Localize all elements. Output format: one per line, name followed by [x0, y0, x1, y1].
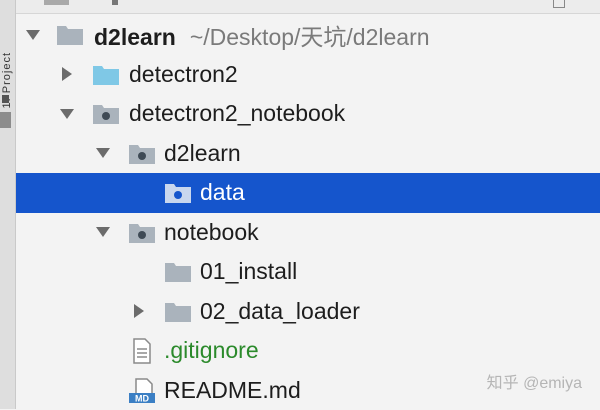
item-label: data: [200, 179, 245, 206]
folder-icon: [164, 260, 192, 284]
markdown-file-icon: MD: [128, 378, 160, 402]
item-label: 01_install: [200, 258, 297, 285]
text-file-icon: [130, 338, 158, 362]
package-folder-icon: [128, 221, 156, 245]
folder-icon: [56, 23, 84, 47]
root-label: d2learn ~/Desktop/天坑/d2learn: [94, 18, 430, 52]
item-label: .gitignore: [164, 337, 259, 364]
tree-row-root[interactable]: d2learn ~/Desktop/天坑/d2learn: [16, 15, 600, 55]
toolbar-icon-fragment: [112, 0, 118, 5]
tree-row-01-install[interactable]: 01_install: [16, 252, 600, 292]
root-path: ~/Desktop/天坑/d2learn: [190, 24, 430, 50]
item-label: 02_data_loader: [200, 298, 360, 325]
project-toolbar: [16, 0, 600, 14]
chevron-down-icon[interactable]: [92, 221, 114, 243]
package-folder-icon: [164, 181, 192, 205]
package-folder-icon: [92, 102, 120, 126]
chevron-right-icon[interactable]: [128, 300, 150, 322]
tree-row-d2learn-package[interactable]: d2learn: [16, 134, 600, 174]
item-label: detectron2_notebook: [129, 100, 345, 127]
strip-marker: [2, 95, 9, 103]
tree-row-detectron2[interactable]: detectron2: [16, 55, 600, 95]
tree-row-data[interactable]: data: [16, 173, 600, 213]
tree-row-gitignore[interactable]: .gitignore: [16, 331, 600, 371]
toolbar-icon-fragment: [553, 0, 565, 8]
package-folder-icon: [128, 142, 156, 166]
project-tool-strip[interactable]: 1: Project: [0, 0, 16, 409]
tree-row-notebook[interactable]: notebook: [16, 213, 600, 253]
toolbar-icon-fragment: [44, 0, 69, 5]
folder-cyan-icon: [92, 63, 120, 87]
folder-icon: [164, 300, 192, 324]
chevron-down-icon[interactable]: [92, 142, 114, 164]
item-label: README.md: [164, 377, 301, 404]
chevron-down-icon[interactable]: [56, 103, 78, 125]
item-label: detectron2: [129, 61, 238, 88]
md-badge-text: MD: [135, 393, 149, 403]
watermark: 知乎 @emiya: [487, 369, 582, 393]
item-label: notebook: [164, 219, 259, 246]
project-tree: d2learn ~/Desktop/天坑/d2learn detectron2 d…: [16, 15, 600, 410]
chevron-down-icon[interactable]: [22, 24, 44, 46]
strip-scroll-indicator: [0, 112, 11, 128]
tree-row-02-data-loader[interactable]: 02_data_loader: [16, 292, 600, 332]
chevron-right-icon[interactable]: [56, 63, 78, 85]
item-label: d2learn: [164, 140, 241, 167]
root-name: d2learn: [94, 24, 176, 50]
tree-row-detectron2-notebook[interactable]: detectron2_notebook: [16, 94, 600, 134]
